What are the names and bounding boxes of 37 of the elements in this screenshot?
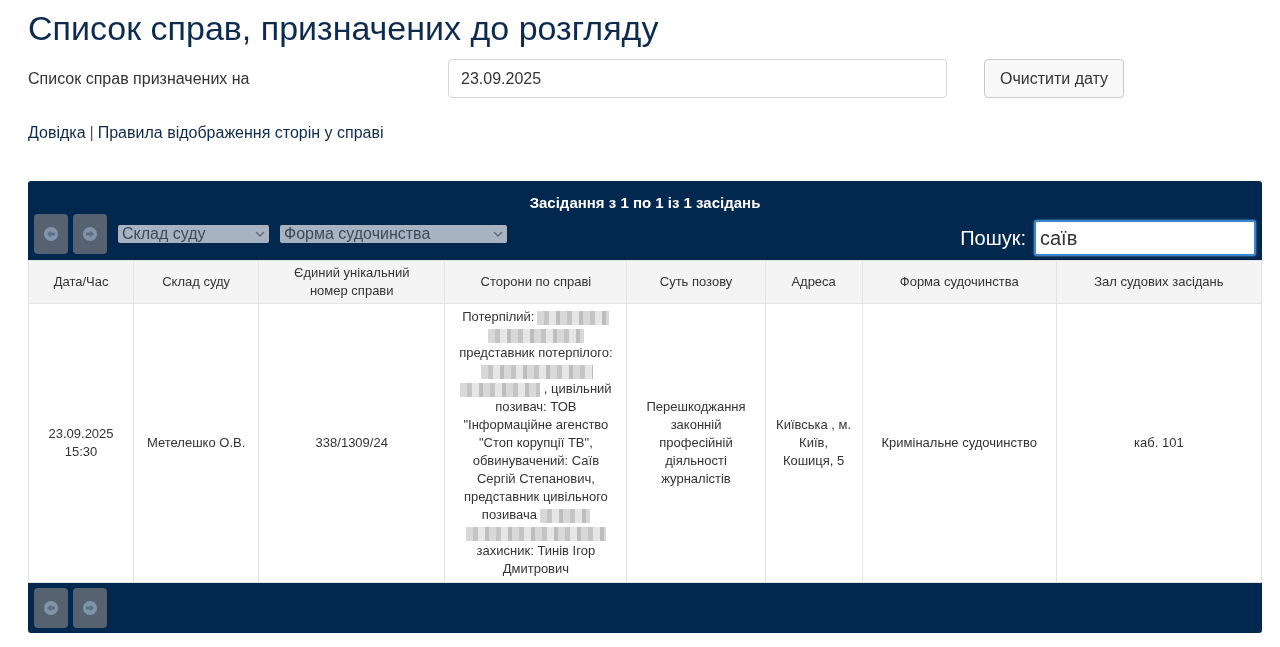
table-cell: 338/1309/24: [258, 303, 445, 583]
clear-date-button[interactable]: Очистити дату: [984, 59, 1124, 98]
column-header[interactable]: Склад суду: [133, 260, 259, 304]
page-title: Список справ, призначених до розгляду: [28, 8, 659, 48]
parties-text: представник потерпілого:: [459, 345, 613, 360]
date-field[interactable]: 23.09.2025: [448, 59, 947, 98]
table-cell: Кримінальне судочинство: [862, 303, 1057, 583]
circle-arrow-right-icon: [83, 601, 97, 615]
circle-arrow-left-icon: [44, 601, 58, 615]
parties-text: Потерпілий:: [462, 309, 535, 324]
display-rules-link[interactable]: Правила відображення сторін у справі: [97, 124, 384, 141]
chevron-down-icon: [493, 231, 503, 237]
results-caption: Засідання з 1 по 1 із 1 засідань: [529, 193, 761, 213]
table-cell: 23.09.2025 15:30: [28, 303, 134, 583]
circle-arrow-right-icon: [83, 227, 97, 241]
table-cell: Метелешко О.В.: [133, 303, 259, 583]
chevron-down-icon: [255, 231, 265, 237]
column-header[interactable]: Форма судочинства: [862, 260, 1057, 304]
link-separator: |: [89, 124, 94, 141]
column-header[interactable]: Зал судових засідань: [1056, 260, 1262, 304]
column-header[interactable]: Сторони по справі: [444, 260, 627, 304]
parties-text: , цивільний позивач: ТОВ "Інформаційне агенство "Стоп корупції ТВ", обвинувачений: Саїв Сергій Степанович, представник цивільного позивача: [463, 381, 612, 522]
proceeding-form-select[interactable]: Форма судочинства: [280, 225, 507, 243]
column-header[interactable]: Адреса: [765, 260, 863, 304]
date-label: Список справ призначених на: [28, 68, 251, 89]
help-link[interactable]: Довідка: [28, 124, 86, 141]
table-cell: Київська , м. Київ, Кошиця, 5: [765, 303, 863, 583]
column-header[interactable]: Суть позову: [626, 260, 766, 304]
table-cell: Перешкоджання законній професійній діяльності журналістів: [626, 303, 766, 583]
column-header[interactable]: Дата/Час: [28, 260, 134, 304]
table-cell: каб. 101: [1056, 303, 1262, 583]
circle-arrow-left-icon: [44, 227, 58, 241]
parties-text: захисник: Тинів Ігор Дмитрович: [476, 543, 596, 576]
court-composition-select[interactable]: Склад суду: [118, 225, 269, 243]
search-label: Пошук:: [960, 226, 1026, 250]
search-field[interactable]: саїв: [1034, 220, 1256, 256]
column-header[interactable]: Єдиний унікальний номер справи: [258, 260, 445, 304]
